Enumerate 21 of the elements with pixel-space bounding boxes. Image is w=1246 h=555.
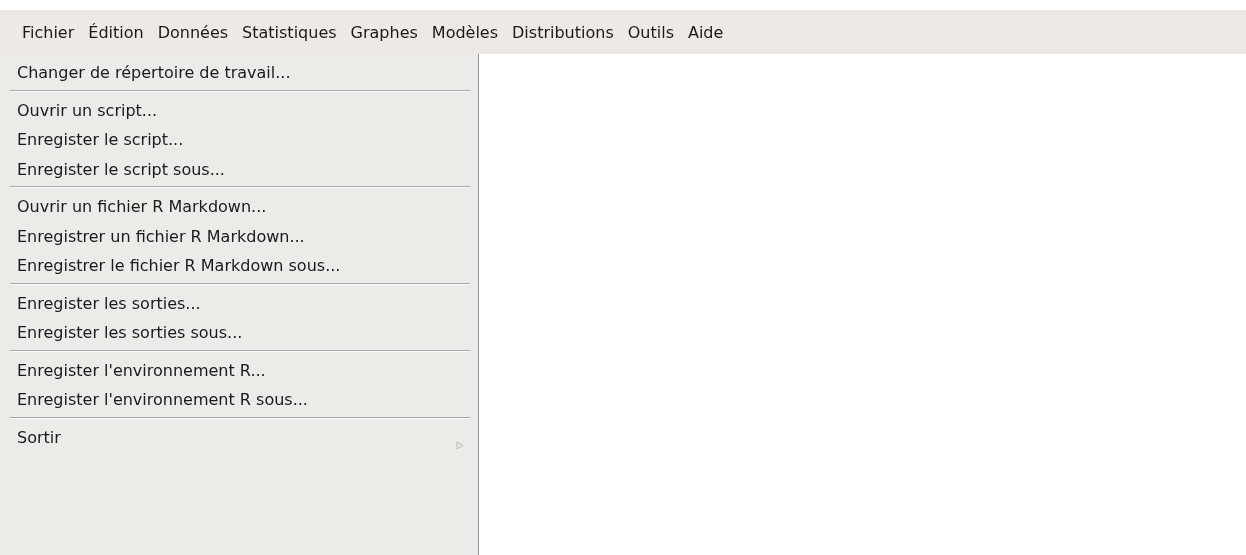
menu-item[interactable]: Enregister les sorties... [0,288,478,318]
menu-title[interactable]: Édition [88,22,144,42]
menu-item[interactable]: Ouvrir un fichier R Markdown... [0,192,478,222]
menu-item[interactable]: Enregister le script sous... [0,154,478,184]
menu-item[interactable]: Sortir [0,422,478,452]
menu-item[interactable]: Enregister l'environnement R... [0,355,478,385]
menu-item[interactable]: Enregister le script... [0,125,478,155]
menu-item[interactable]: Changer de répertoire de travail... [0,58,478,88]
menu-item[interactable]: Enregistrer le fichier R Markdown sous... [0,251,478,281]
menu-title[interactable]: Distributions [512,22,614,42]
menu-title[interactable]: Données [157,22,229,42]
menu-title[interactable]: Aide [687,22,724,42]
menu-item[interactable]: Enregister l'environnement R sous... [0,385,478,415]
menu-title[interactable]: Modèles [431,22,499,42]
menu-item[interactable]: Ouvrir un script... [0,95,478,125]
menu-title[interactable]: Graphes [350,22,418,42]
menu-item[interactable]: Enregistrer un fichier R Markdown... [0,221,478,251]
menu-title[interactable]: Outils [627,22,674,42]
menu-title[interactable]: Fichier [22,22,75,42]
menu-title[interactable]: Statistiques [242,22,337,42]
menu-item[interactable]: Enregister les sorties sous... [0,318,478,348]
